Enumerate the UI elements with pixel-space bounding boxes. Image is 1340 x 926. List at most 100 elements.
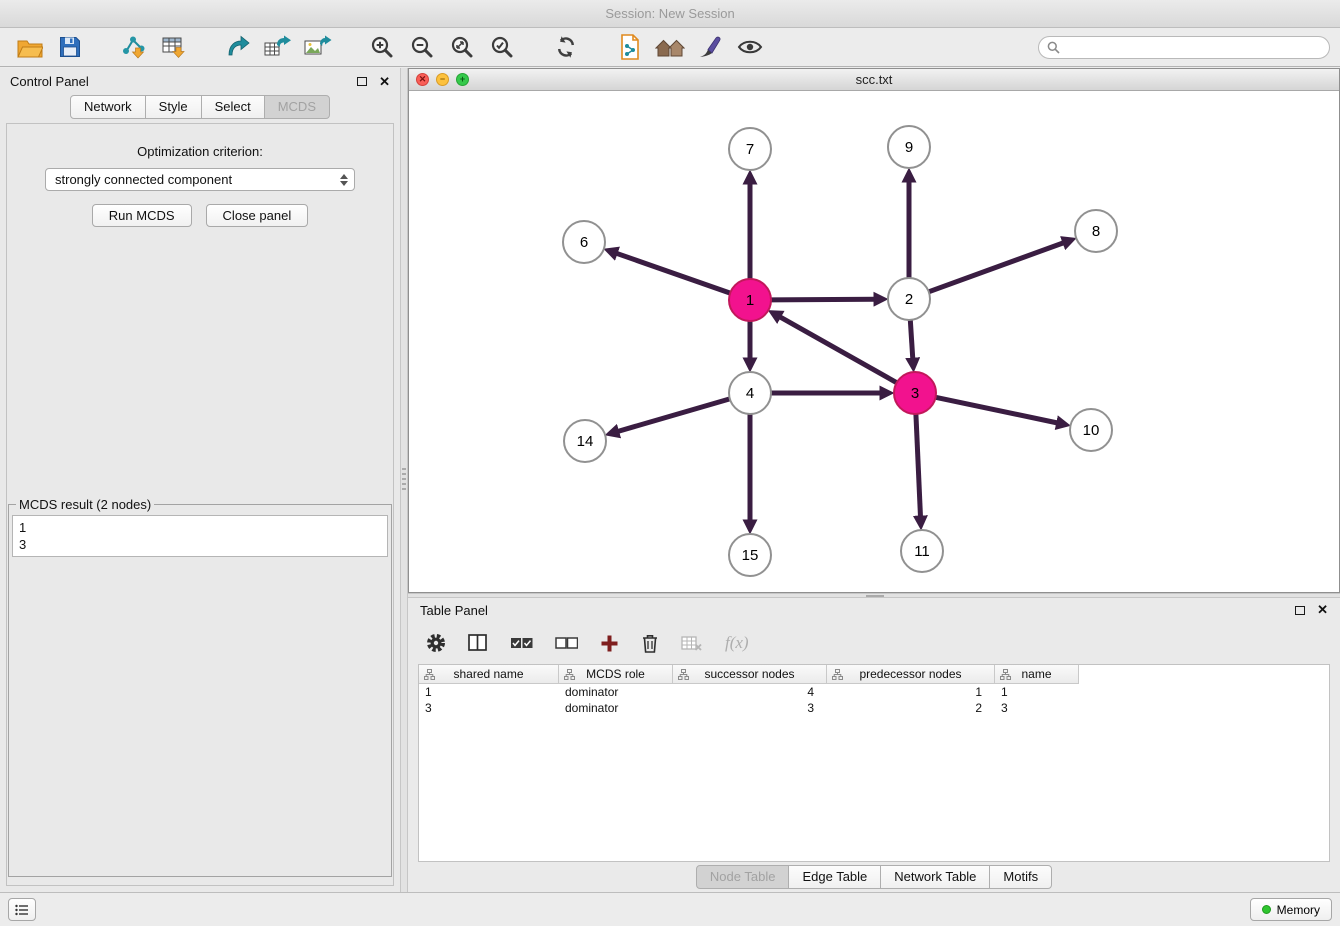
table-cell[interactable]: 3 — [995, 700, 1079, 716]
tab-network-table[interactable]: Network Table — [880, 865, 990, 889]
delete-column-button[interactable] — [641, 627, 659, 659]
graph-node-15[interactable]: 15 — [729, 534, 771, 576]
run-mcds-button[interactable]: Run MCDS — [92, 204, 192, 227]
column-header-predecessor-nodes[interactable]: predecessor nodes — [827, 665, 995, 684]
table-cell[interactable]: 2 — [827, 700, 995, 716]
add-column-button[interactable] — [600, 627, 619, 659]
horizontal-splitter[interactable] — [408, 593, 1340, 598]
table-panel-header: Table Panel ✕ — [408, 598, 1340, 622]
show-columns-button[interactable] — [468, 627, 488, 659]
save-icon — [59, 36, 81, 58]
open-session-button[interactable] — [10, 31, 50, 63]
graph-node-7[interactable]: 7 — [729, 128, 771, 170]
delete-table-button[interactable] — [681, 627, 703, 659]
column-label: shared name — [453, 667, 523, 681]
close-window-icon[interactable]: ✕ — [416, 73, 429, 86]
memory-button[interactable]: Memory — [1250, 898, 1332, 921]
column-header-mcds-role[interactable]: MCDS role — [559, 665, 673, 684]
table-cell[interactable]: 3 — [673, 700, 827, 716]
graph-node-3[interactable]: 3 — [894, 372, 936, 414]
close-table-panel-icon[interactable]: ✕ — [1317, 602, 1328, 618]
column-header-filler — [1079, 665, 1329, 684]
table-cell[interactable]: dominator — [559, 684, 673, 700]
graph-edge-4-14[interactable] — [618, 399, 730, 432]
zoom-window-icon[interactable]: + — [456, 73, 469, 86]
table-cell[interactable]: 4 — [673, 684, 827, 700]
refresh-button[interactable] — [546, 31, 586, 63]
tab-mcds[interactable]: MCDS — [264, 95, 330, 119]
graph-node-6[interactable]: 6 — [563, 221, 605, 263]
table-cell[interactable]: 1 — [419, 684, 559, 700]
tab-motifs[interactable]: Motifs — [989, 865, 1052, 889]
tab-style[interactable]: Style — [145, 95, 202, 119]
table-cell[interactable]: 1 — [995, 684, 1079, 700]
select-all-button[interactable] — [510, 627, 533, 659]
column-header-name[interactable]: name — [995, 665, 1079, 684]
table-cell[interactable]: 1 — [827, 684, 995, 700]
graph-node-label: 3 — [911, 385, 919, 402]
graph-edge-1-6[interactable] — [616, 253, 730, 293]
tab-select[interactable]: Select — [201, 95, 265, 119]
graphics-details-button[interactable] — [730, 31, 770, 63]
save-session-button[interactable] — [50, 31, 90, 63]
search-input[interactable] — [1065, 40, 1321, 54]
graph-edge-3-1[interactable] — [780, 317, 897, 383]
table-settings-button[interactable] — [426, 627, 446, 659]
graph-node-10[interactable]: 10 — [1070, 409, 1112, 451]
export-network-button[interactable] — [218, 31, 258, 63]
graph-edge-2-8[interactable] — [929, 243, 1064, 292]
zoom-out-button[interactable] — [402, 31, 442, 63]
table-cell[interactable]: dominator — [559, 700, 673, 716]
network-window: scc.txt ✕ − + 7968124314101511 — [408, 68, 1340, 593]
tab-network[interactable]: Network — [70, 95, 146, 119]
graph-node-4[interactable]: 4 — [729, 372, 771, 414]
function-builder-button[interactable]: f(x) — [725, 627, 749, 659]
optimization-criterion-select[interactable]: strongly connected component — [45, 168, 355, 191]
graph-node-11[interactable]: 11 — [901, 530, 943, 572]
export-table-button[interactable] — [258, 31, 298, 63]
graph-node-8[interactable]: 8 — [1075, 210, 1117, 252]
export-image-button[interactable] — [298, 31, 338, 63]
export-group — [218, 31, 338, 63]
task-history-button[interactable] — [8, 898, 36, 921]
zoom-fit-button[interactable] — [442, 31, 482, 63]
import-table-button[interactable] — [154, 31, 194, 63]
close-panel-icon[interactable]: ✕ — [379, 74, 390, 90]
window-controls: ✕ − + — [416, 73, 469, 86]
graph-edge-3-10[interactable] — [936, 397, 1058, 423]
graph-node-label: 6 — [580, 234, 588, 251]
home-button[interactable] — [650, 31, 690, 63]
zoom-in-button[interactable] — [362, 31, 402, 63]
vertical-splitter[interactable] — [400, 68, 408, 892]
network-canvas[interactable]: 7 9 6 8 1 2 4 3 14 10 15 11 — [409, 91, 1339, 592]
float-table-panel-icon[interactable] — [1295, 606, 1305, 615]
column-header-successor-nodes[interactable]: successor nodes — [673, 665, 827, 684]
node-table-container: shared name MCDS rolesuccessor nodesprede… — [418, 664, 1330, 862]
column-header-shared-name[interactable]: shared name — [419, 665, 559, 684]
graph-node-1[interactable]: 1 — [729, 279, 771, 321]
dropdown-stepper-icon — [340, 174, 348, 186]
zoom-selected-button[interactable] — [482, 31, 522, 63]
close-panel-button[interactable]: Close panel — [206, 204, 309, 227]
table-row[interactable]: 1dominator411 — [419, 684, 1329, 700]
tab-node-table[interactable]: Node Table — [696, 865, 790, 889]
graph-node-14[interactable]: 14 — [564, 420, 606, 462]
clipboard-network-button[interactable] — [610, 31, 650, 63]
import-network-icon — [121, 35, 147, 59]
mcds-result-text[interactable]: 1 3 — [12, 515, 388, 557]
deselect-all-button[interactable] — [555, 627, 578, 659]
graph-node-2[interactable]: 2 — [888, 278, 930, 320]
minimize-window-icon[interactable]: − — [436, 73, 449, 86]
search-icon — [1047, 41, 1060, 54]
table-row[interactable]: 3dominator323 — [419, 700, 1329, 716]
import-network-button[interactable] — [114, 31, 154, 63]
graph-edge-2-3[interactable] — [910, 320, 913, 359]
table-cell[interactable]: 3 — [419, 700, 559, 716]
tab-edge-table[interactable]: Edge Table — [788, 865, 881, 889]
float-panel-icon[interactable] — [357, 77, 367, 86]
graph-edge-3-11[interactable] — [916, 414, 921, 517]
graph-edge-1-2[interactable] — [771, 299, 875, 300]
zoom-out-icon — [410, 35, 434, 59]
style-brush-button[interactable] — [690, 31, 730, 63]
graph-node-9[interactable]: 9 — [888, 126, 930, 168]
